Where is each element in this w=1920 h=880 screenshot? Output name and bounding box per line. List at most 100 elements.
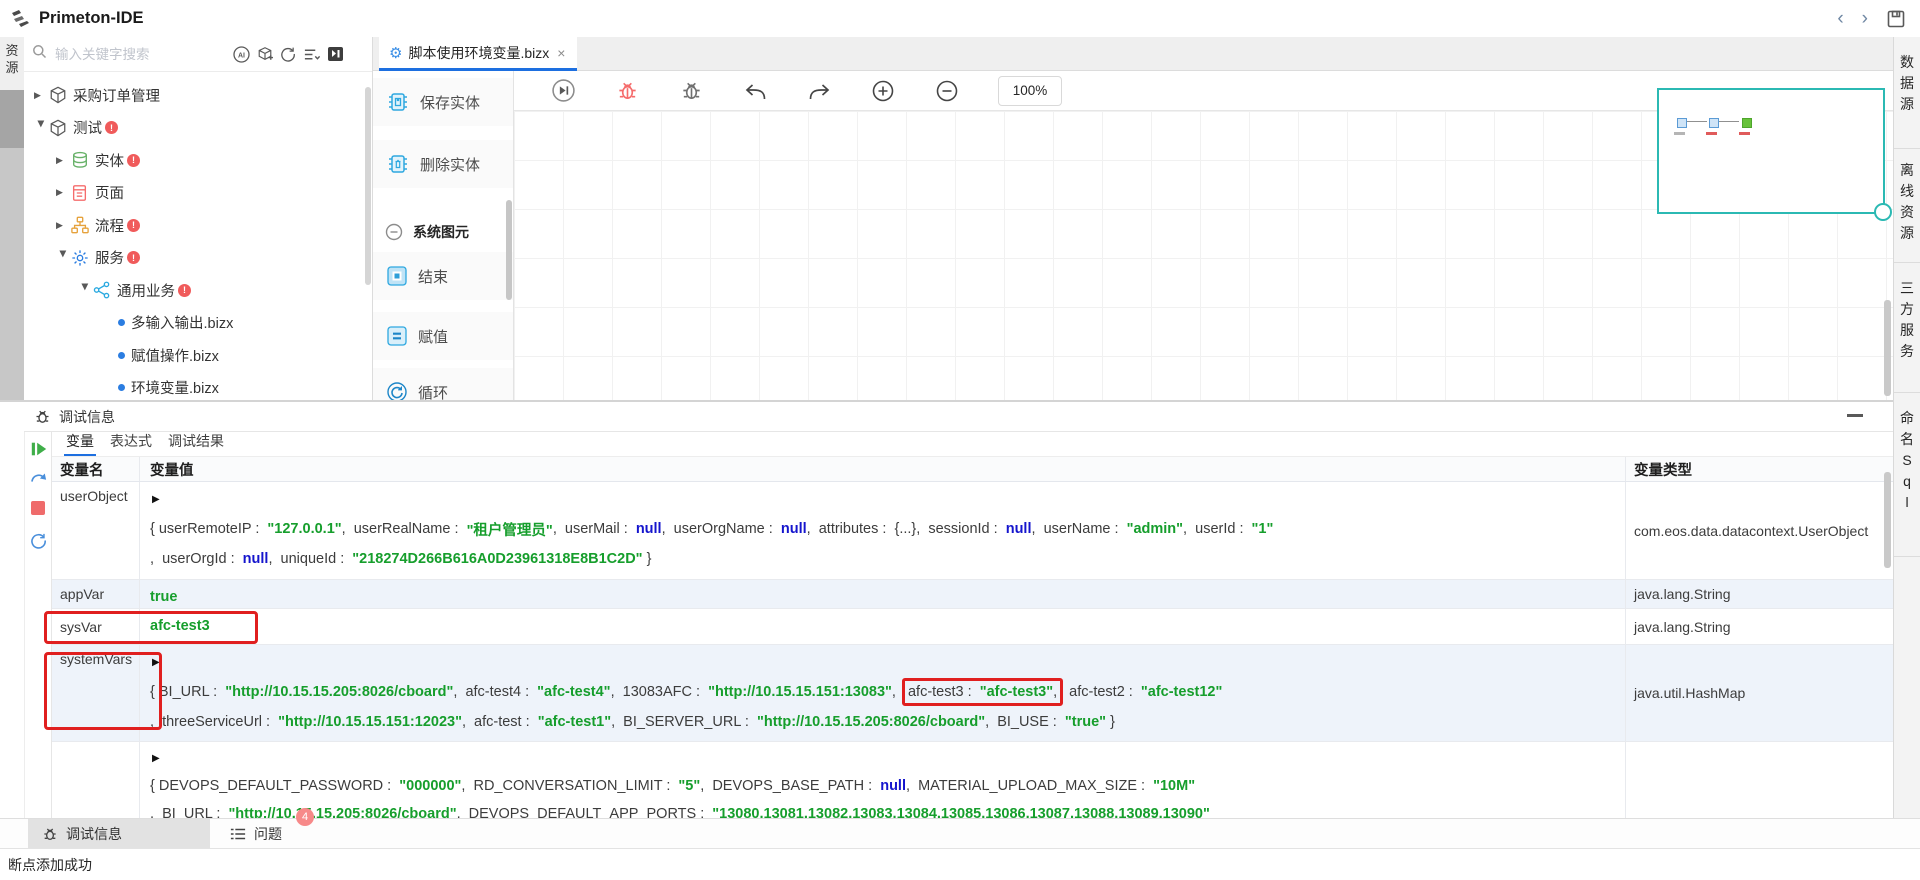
tree-item[interactable]: ▶通用业务! xyxy=(78,274,191,306)
value-line: , BI_URL : "http://10.15.15.205:8026/cbo… xyxy=(150,800,1625,820)
minimap[interactable] xyxy=(1657,88,1885,214)
chevron-right-icon[interactable]: ▶ xyxy=(56,220,70,231)
search-input[interactable] xyxy=(53,46,197,63)
debug-run-icon[interactable] xyxy=(550,78,576,104)
export-panel-icon[interactable] xyxy=(327,46,344,62)
bottom-tab-debug-info[interactable]: 调试信息 xyxy=(28,819,210,848)
debug-settings-bug-icon[interactable] xyxy=(678,78,704,104)
tree-item-label: 流程 xyxy=(95,215,124,236)
expand-toggle-icon[interactable]: ▶ xyxy=(152,753,160,764)
variable-value-cell: ▶ { BI_URL : "http://10.15.15.205:8026/cb… xyxy=(140,645,1626,741)
resume-icon[interactable] xyxy=(30,440,48,463)
zoom-out-icon[interactable] xyxy=(934,78,960,104)
save-icon[interactable] xyxy=(1886,9,1906,29)
stop-icon[interactable] xyxy=(30,500,46,521)
bottom-tab-problems[interactable]: 问题 xyxy=(222,819,332,848)
palette-scrollbar[interactable] xyxy=(506,200,512,300)
tab-label: 脚本使用环境变量.bizx xyxy=(408,43,549,63)
chevron-down-icon[interactable]: ▶ xyxy=(36,121,47,135)
value-segment: { BI_URL : xyxy=(150,684,225,700)
tree-item[interactable]: 多输入输出.bizx xyxy=(100,307,233,339)
palette-item-loop[interactable]: 循环 xyxy=(373,368,513,400)
database-icon xyxy=(70,151,89,170)
expand-toggle-icon[interactable]: ▶ xyxy=(152,494,160,505)
palette-item-delete-entity[interactable]: 删除实体 xyxy=(373,140,513,188)
package-icon xyxy=(48,118,67,137)
rail-tab-offline-resources[interactable]: 离线资源 xyxy=(1894,160,1920,244)
chevron-right-icon[interactable]: ▶ xyxy=(34,90,48,101)
column-variable-name: 变量名 xyxy=(52,457,140,481)
zoom-in-icon[interactable] xyxy=(870,78,896,104)
tree-item[interactable]: ▶实体! xyxy=(56,144,140,176)
left-rail-scroll-thumb[interactable] xyxy=(0,90,24,148)
value-segment: , userName : xyxy=(1032,521,1127,537)
explorer-scrollbar[interactable] xyxy=(365,87,371,285)
rail-tab-named-sql[interactable]: 命名Sql xyxy=(1894,408,1920,513)
palette-item-label: 删除实体 xyxy=(420,154,480,175)
nav-forward-icon[interactable]: › xyxy=(1862,9,1868,28)
tree-item-label: 通用业务 xyxy=(117,280,175,301)
rail-divider xyxy=(1894,148,1920,149)
table-vertical-scrollbar[interactable] xyxy=(1884,472,1891,568)
tree-item[interactable]: ▶采购订单管理 xyxy=(34,79,160,111)
value-segment: "1" xyxy=(1252,521,1274,537)
tree-item[interactable]: ▶服务! xyxy=(56,242,140,274)
debug-tab-0[interactable]: 变量 xyxy=(64,429,96,456)
redo-icon[interactable] xyxy=(806,78,832,104)
value-segment: "afc-test12" xyxy=(1141,684,1222,700)
rail-tab-datasource[interactable]: 数据源 xyxy=(1894,52,1920,115)
debug-bug-icon xyxy=(34,408,51,425)
ai-icon[interactable]: AI xyxy=(233,46,250,63)
rail-tab-resources[interactable]: 资源 xyxy=(0,37,24,90)
minimize-panel-icon[interactable] xyxy=(1847,414,1863,417)
rail-tab-third-party-services[interactable]: 三方服务 xyxy=(1894,278,1920,362)
stop-debug-bug-icon[interactable] xyxy=(614,78,640,104)
value-segment: "http://10.15.15.151:13083" xyxy=(708,684,892,700)
minimap-resize-handle[interactable] xyxy=(1874,203,1892,221)
debug-tab-2[interactable]: 调试结果 xyxy=(166,429,226,456)
step-over-icon[interactable] xyxy=(30,470,48,491)
tree-item[interactable]: ▶流程! xyxy=(56,209,140,241)
variable-value-cell: ▶{ DEVOPS_DEFAULT_PASSWORD : "000000", R… xyxy=(140,742,1626,820)
expand-toggle-icon[interactable]: ▶ xyxy=(152,657,160,668)
restart-icon[interactable] xyxy=(30,532,47,554)
value-line: ▶ xyxy=(150,744,1625,772)
sort-list-icon[interactable] xyxy=(303,47,320,62)
new-package-icon[interactable] xyxy=(257,46,273,62)
flow-icon xyxy=(70,216,89,235)
canvas-vertical-scrollbar[interactable] xyxy=(1884,300,1891,396)
debug-tab-1[interactable]: 表达式 xyxy=(108,429,154,456)
chevron-right-icon[interactable]: ▶ xyxy=(56,187,70,198)
tab-script-env-vars[interactable]: ⚙ 脚本使用环境变量.bizx × xyxy=(379,37,577,71)
palette-item-save-entity[interactable]: 保存实体 xyxy=(373,78,513,126)
undo-icon[interactable] xyxy=(742,78,768,104)
resource-explorer: AI ▶采购订单管理▶测试!▶实体!▶页面▶流程!▶服务!▶通用业务!多输入输出… xyxy=(24,37,373,400)
search-icon xyxy=(32,44,47,64)
rail-divider xyxy=(1894,556,1920,557)
value-segment: "true" xyxy=(1065,714,1106,730)
collapse-circle-icon[interactable] xyxy=(385,223,403,241)
palette-section-system-elements[interactable]: 系统图元 xyxy=(373,219,513,245)
nav-back-icon[interactable]: ‹ xyxy=(1837,9,1843,28)
palette-item-end[interactable]: 结束 xyxy=(373,252,513,300)
value-segment: "http://10.15.15.205:8026/cboard" xyxy=(757,714,985,730)
tree-item[interactable]: ▶测试! xyxy=(34,112,118,144)
chevron-down-icon[interactable]: ▶ xyxy=(80,283,91,297)
chevron-down-icon[interactable]: ▶ xyxy=(58,251,69,265)
tree-item[interactable]: ▶页面 xyxy=(56,177,124,209)
tree-item[interactable]: 赋值操作.bizx xyxy=(100,339,219,371)
table-row-systemVars: systemVars▶{ BI_URL : "http://10.15.15.2… xyxy=(52,645,1893,742)
rail-divider xyxy=(1894,392,1920,393)
tree-item[interactable]: 环境变量.bizx xyxy=(100,372,219,404)
tab-close-icon[interactable]: × xyxy=(557,45,565,61)
refresh-icon[interactable] xyxy=(280,46,296,62)
chevron-right-icon[interactable]: ▶ xyxy=(56,155,70,166)
value-segment: null xyxy=(243,551,269,567)
palette-item-assign[interactable]: 赋值 xyxy=(373,312,513,360)
value-segment: "afc-test3" xyxy=(980,684,1053,700)
zoom-level[interactable]: 100% xyxy=(998,76,1062,106)
value-line: { userRemoteIP : "127.0.0.1", userRealNa… xyxy=(150,514,1625,544)
variable-type-cell: java.lang.String xyxy=(1626,580,1893,608)
rail-label-char: 资 xyxy=(5,42,18,59)
value-segment: , BI_SERVER_URL : xyxy=(611,714,757,730)
